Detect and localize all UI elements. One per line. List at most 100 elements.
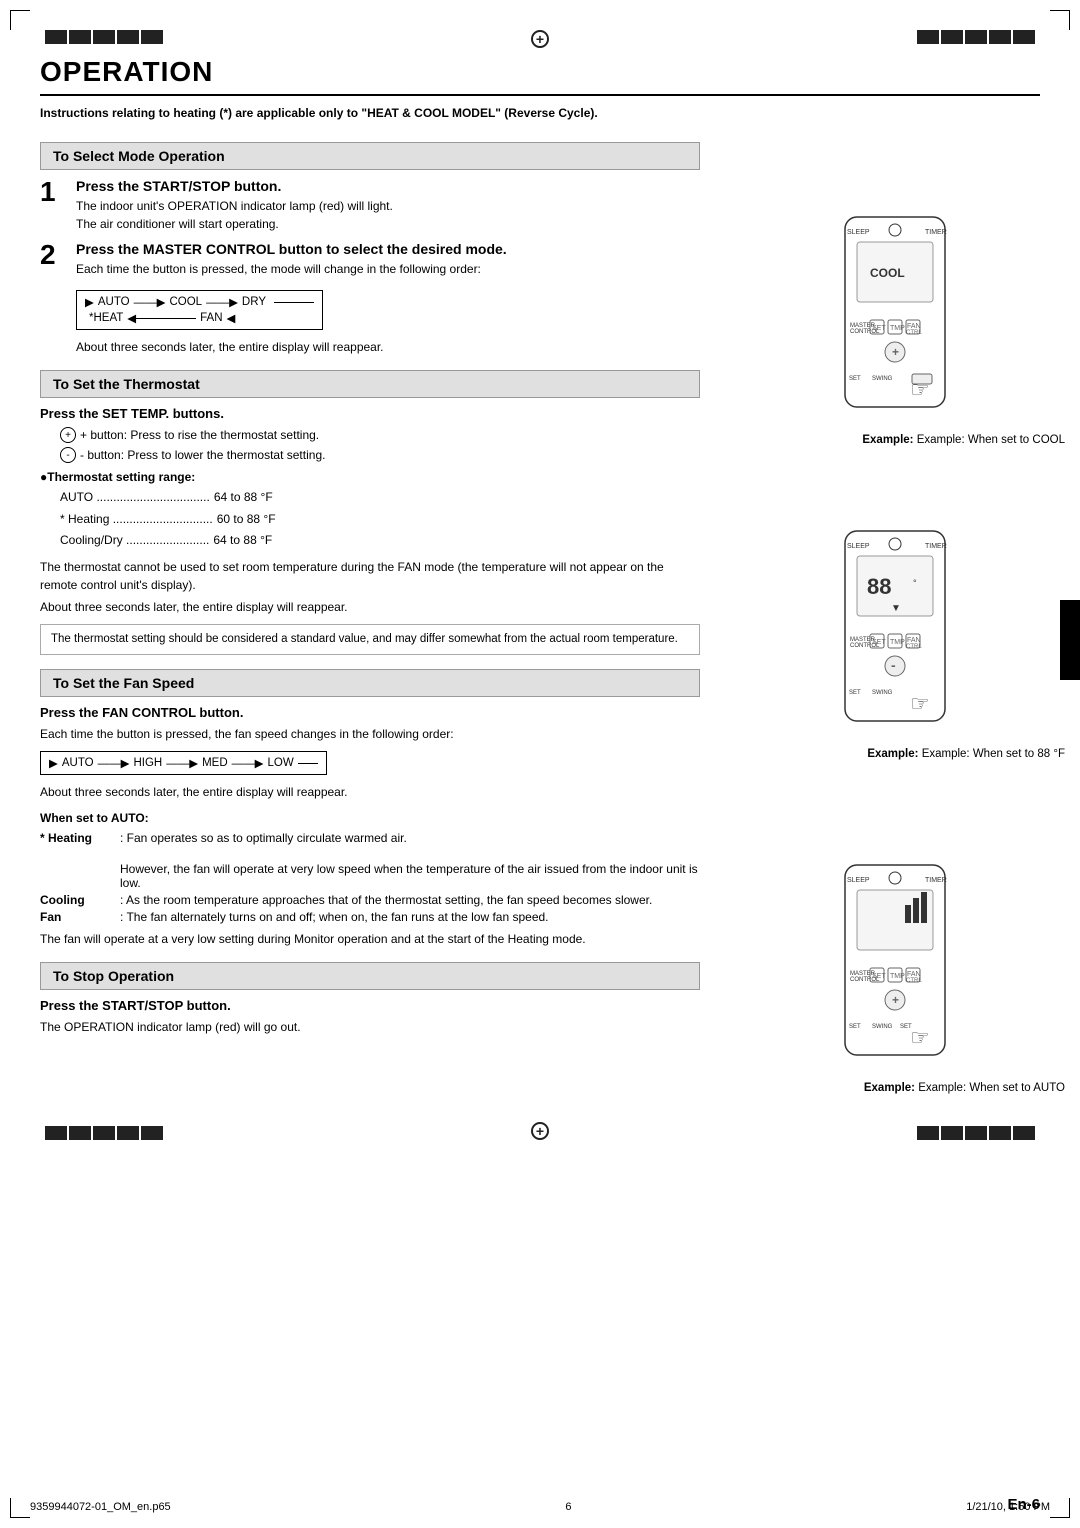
fan-high: HIGH	[133, 757, 162, 769]
print-mark	[45, 30, 67, 44]
plus-circle-icon: +	[60, 427, 76, 443]
print-mark	[93, 30, 115, 44]
example-cool-text: Example: When set to COOL	[917, 434, 1065, 446]
footer: 9359944072-01_OM_en.p65 6 1/21/10, 1:50 …	[30, 1501, 1050, 1513]
step-1-desc2: The air conditioner will start operating…	[76, 215, 700, 233]
mode-flow-bottom: *HEAT ◀ FAN ◀	[85, 311, 314, 325]
svg-text:SWING: SWING	[872, 690, 893, 696]
example-temp-text: Example: When set to 88 °F	[922, 748, 1065, 760]
plus-icon: +	[536, 1123, 544, 1139]
print-mark	[965, 1126, 987, 1140]
svg-text:☞: ☞	[910, 377, 930, 402]
arrow-left-1: ◀	[127, 311, 136, 325]
arrow-right-1: ▶	[85, 295, 94, 309]
thermostat-note1: The thermostat cannot be used to set roo…	[40, 558, 700, 594]
fan-row: Fan : The fan alternately turns on and o…	[40, 910, 700, 924]
svg-text:COOL: COOL	[870, 266, 905, 280]
diagram-temp-section: SLEEP TIMER 88 ° ▼ MASTER CONTROL SET	[710, 526, 1080, 760]
minus-circle-icon: -	[60, 447, 76, 463]
fan-subtitle: Press the FAN CONTROL button.	[40, 705, 700, 720]
print-marks-right	[917, 30, 1035, 44]
svg-text:FAN: FAN	[907, 637, 921, 644]
print-mark	[989, 30, 1011, 44]
black-tab	[1060, 600, 1080, 680]
svg-text:TMP: TMP	[890, 639, 905, 646]
svg-text:SET: SET	[872, 973, 886, 980]
cooling-row: Cooling : As the room temperature approa…	[40, 893, 700, 907]
stop-subtitle: Press the START/STOP button.	[40, 998, 700, 1013]
range-heating-value: 60 to 88 °F	[217, 509, 276, 531]
registration-mark-bottom: +	[531, 1122, 549, 1140]
print-mark	[141, 1126, 163, 1140]
heating-label: * Heating	[40, 831, 120, 845]
print-mark	[965, 30, 987, 44]
remote-temp-wrapper: SLEEP TIMER 88 ° ▼ MASTER CONTROL SET	[815, 526, 975, 746]
remote-cool-wrapper: SLEEP TIMER COOL MASTER CONTROL SET T	[815, 212, 975, 432]
section-thermostat: To Set the Thermostat	[40, 370, 700, 398]
mode-note: About three seconds later, the entire di…	[76, 338, 700, 356]
print-mark	[69, 30, 91, 44]
range-auto-label: AUTO ..................................	[60, 487, 210, 509]
step-number-2: 2	[40, 241, 76, 269]
print-mark	[1013, 1126, 1035, 1140]
mode-flow-diagram: ▶ AUTO ——▶ COOL ——▶ DRY *HEAT ◀ FAN ◀	[76, 290, 323, 330]
print-mark	[917, 1126, 939, 1140]
svg-text:SET: SET	[872, 325, 886, 332]
page-container: + OPERATION Instructions relating to hea…	[0, 0, 1080, 1528]
diagram-fan-section: SLEEP TIMER MASTER CONTROL SET	[710, 860, 1080, 1094]
print-mark	[917, 30, 939, 44]
heating-row: * Heating : Fan operates so as to optima…	[40, 831, 700, 859]
svg-text:SLEEP: SLEEP	[847, 229, 870, 236]
corner-mark-br	[1050, 1498, 1070, 1518]
print-mark	[1013, 30, 1035, 44]
plus-button-desc: + + button: Press to rise the thermostat…	[60, 426, 700, 444]
heating-desc1-text: : Fan operates so as to optimally circul…	[120, 831, 407, 845]
example-fan-text: Example: When set to AUTO	[918, 1082, 1065, 1094]
range-auto-value: 64 to 88 °F	[214, 487, 273, 509]
cooling-label: Cooling	[40, 893, 120, 907]
svg-text:CTRL: CTRL	[906, 644, 922, 650]
minus-button-text: - button: Press to lower the thermostat …	[80, 446, 325, 464]
thermostat-subtitle: Press the SET TEMP. buttons.	[40, 406, 700, 421]
svg-text:SLEEP: SLEEP	[847, 543, 870, 550]
step-1: 1 Press the START/STOP button. The indoo…	[40, 178, 700, 233]
svg-text:FAN: FAN	[907, 971, 921, 978]
example-temp-label: Example: Example: When set to 88 °F	[725, 748, 1065, 760]
svg-text:TMP: TMP	[890, 973, 905, 980]
fan-low: LOW	[268, 757, 294, 769]
svg-text:▼: ▼	[891, 603, 901, 614]
fan-arrow-3: ——▶	[166, 756, 198, 770]
corner-mark-tl	[10, 10, 30, 30]
flow-auto: AUTO	[98, 296, 130, 308]
step-1-content: Press the START/STOP button. The indoor …	[76, 178, 700, 233]
svg-text:SET: SET	[849, 376, 861, 382]
svg-text:SET: SET	[872, 639, 886, 646]
svg-text:SET: SET	[849, 690, 861, 696]
range-table: AUTO .................................. …	[60, 487, 700, 552]
print-marks-bottom: +	[40, 1122, 1040, 1140]
section-select-mode: To Select Mode Operation	[40, 142, 700, 170]
step-2-title: Press the MASTER CONTROL button to selec…	[76, 241, 700, 257]
minus-button-desc: - - button: Press to lower the thermosta…	[60, 446, 700, 464]
svg-text:TIMER: TIMER	[925, 543, 947, 550]
warning-text: Instructions relating to heating (*) are…	[40, 106, 1040, 120]
range-cooling: Cooling/Dry ......................... 64…	[60, 530, 700, 552]
flow-cool: COOL	[169, 296, 202, 308]
remote-temp-svg: SLEEP TIMER 88 ° ▼ MASTER CONTROL SET	[815, 526, 975, 746]
svg-text:SLEEP: SLEEP	[847, 877, 870, 884]
step-2-desc1: Each time the button is pressed, the mod…	[76, 260, 700, 278]
cooling-desc: : As the room temperature approaches tha…	[120, 893, 700, 907]
fan-arrow-2: ——▶	[98, 756, 130, 770]
step-2-content: Press the MASTER CONTROL button to selec…	[76, 241, 700, 278]
range-auto: AUTO .................................. …	[60, 487, 700, 509]
example-fan-label: Example: Example: When set to AUTO	[725, 1082, 1065, 1094]
page-title: OPERATION	[40, 56, 1040, 96]
svg-text:FAN: FAN	[907, 323, 921, 330]
print-mark	[117, 30, 139, 44]
fan-flow-diagram: ▶ AUTO ——▶ HIGH ——▶ MED ——▶ LOW	[40, 751, 327, 775]
monitor-note: The fan will operate at a very low setti…	[40, 930, 700, 948]
svg-text:SET: SET	[849, 1024, 861, 1030]
diagram-cool-section: SLEEP TIMER COOL MASTER CONTROL SET T	[710, 212, 1080, 446]
svg-text:TMP: TMP	[890, 325, 905, 332]
svg-text:SWING: SWING	[872, 376, 893, 382]
